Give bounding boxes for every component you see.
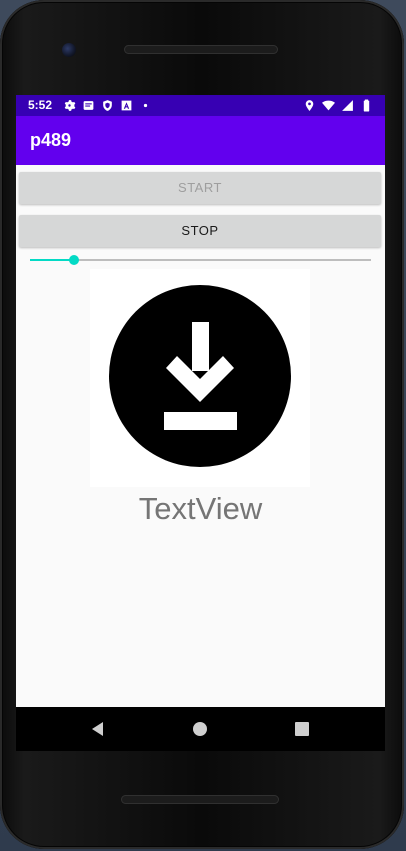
app-bar: p489 <box>16 116 385 165</box>
recents-icon[interactable] <box>294 721 310 737</box>
settings-icon <box>64 100 76 111</box>
front-camera <box>62 43 76 57</box>
seekbar[interactable] <box>30 253 371 267</box>
status-time: 5:52 <box>28 98 53 112</box>
dot-icon <box>143 103 148 108</box>
bottom-speaker <box>121 795 279 804</box>
wifi-icon <box>322 100 335 111</box>
status-bar: 5:52 <box>16 95 385 116</box>
location-icon <box>305 100 314 111</box>
seekbar-progress <box>30 259 74 261</box>
battery-icon <box>363 99 370 112</box>
earpiece-speaker <box>124 45 278 54</box>
notification-icon <box>83 101 94 110</box>
status-right-icons <box>303 99 373 112</box>
signal-icon <box>342 100 353 111</box>
emulator-stage: 5:52 p489 START STOP TextView <box>0 0 406 851</box>
device-screen: 5:52 p489 START STOP TextView <box>16 95 385 707</box>
text-a-icon <box>121 100 132 111</box>
download-image <box>90 269 310 487</box>
stop-button[interactable]: STOP <box>19 215 381 247</box>
shield-icon <box>103 100 112 111</box>
phone-frame: 5:52 p489 START STOP TextView <box>0 0 404 849</box>
app-title: p489 <box>30 130 72 150</box>
status-left-icons <box>63 99 152 112</box>
start-button[interactable]: START <box>19 172 381 204</box>
text-view: TextView <box>138 491 263 526</box>
back-icon[interactable] <box>90 721 106 737</box>
navigation-bar <box>16 707 385 751</box>
seekbar-track <box>30 259 371 261</box>
download-circle-icon <box>109 285 291 467</box>
seekbar-thumb[interactable] <box>69 255 79 265</box>
home-icon[interactable] <box>192 721 208 737</box>
